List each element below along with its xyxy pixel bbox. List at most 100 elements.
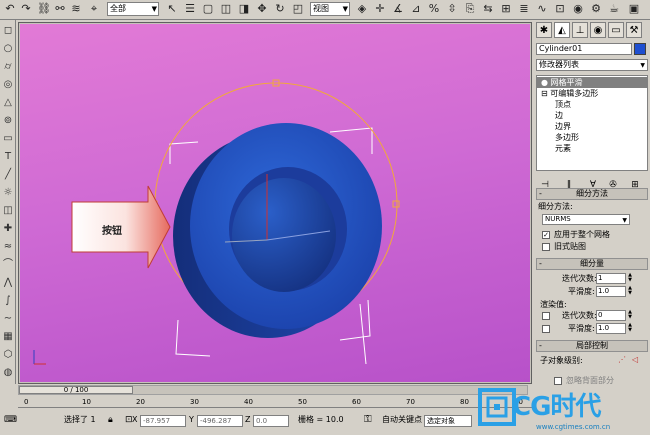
rect-selection-icon[interactable]: ▢: [200, 1, 216, 17]
spinner-arrows-icon[interactable]: ▲ ▼: [627, 310, 633, 321]
create-sphere-icon[interactable]: ○: [1, 42, 15, 56]
spinner-snap-icon[interactable]: ⇳: [444, 1, 460, 17]
iterations-spinner[interactable]: 1: [596, 273, 626, 284]
uvw-map-icon[interactable]: ▦: [1, 330, 15, 344]
spinner-arrows-icon[interactable]: ▲ ▼: [627, 286, 633, 297]
create-tube-icon[interactable]: ⊚: [1, 114, 15, 128]
lock-icon[interactable]: 🔒︎: [108, 413, 113, 427]
create-torus-icon[interactable]: ◎: [1, 78, 15, 92]
edge-level-icon[interactable]: ◁: [632, 355, 638, 365]
create-line-icon[interactable]: ╱: [1, 168, 15, 182]
light-bulb-icon[interactable]: ●: [541, 78, 548, 87]
schematic-icon[interactable]: ⊡: [552, 1, 568, 17]
create-light-icon[interactable]: ☼: [1, 186, 15, 200]
old-style-mapping-checkbox[interactable]: [542, 243, 550, 251]
create-camera-icon[interactable]: ◫: [1, 204, 15, 218]
object-color-swatch[interactable]: [634, 43, 646, 55]
unlink-icon[interactable]: ⚯: [52, 1, 68, 17]
angle-snap-icon[interactable]: ⊿: [408, 1, 424, 17]
create-text-icon[interactable]: T: [1, 150, 15, 164]
edit-poly-icon[interactable]: ⬡: [1, 348, 15, 362]
create-cylinder-icon[interactable]: ⌭: [1, 60, 15, 74]
select-icon[interactable]: ⌖: [86, 1, 102, 17]
redo-icon[interactable]: ↷: [18, 1, 34, 17]
hierarchy-tab-icon[interactable]: ⊥: [572, 22, 588, 38]
create-plane-icon[interactable]: ▭: [1, 132, 15, 146]
object-name-field[interactable]: Cylinder01: [536, 43, 632, 55]
bind-spacewarp-icon[interactable]: ≋: [68, 1, 84, 17]
stack-subitem-polygon[interactable]: 多边形: [537, 132, 647, 143]
perspective-viewport[interactable]: 按钮: [20, 24, 530, 382]
stack-subitem-element[interactable]: 元素: [537, 143, 647, 154]
stack-item-turbosmooth[interactable]: ● 网格平滑: [537, 77, 647, 88]
undo-icon[interactable]: ↶: [2, 1, 18, 17]
rollout-subdivision-amount[interactable]: - 细分量: [536, 258, 648, 270]
x-coord-field[interactable]: -87.957: [140, 415, 186, 427]
display-tab-icon[interactable]: ▭: [608, 22, 624, 38]
manipulate-icon[interactable]: ✛: [372, 1, 388, 17]
create-cone-icon[interactable]: △: [1, 96, 15, 110]
select-object-icon[interactable]: ↖: [164, 1, 180, 17]
quick-render-icon[interactable]: ☕: [606, 1, 622, 17]
pivot-center-icon[interactable]: ◈: [354, 1, 370, 17]
percent-snap-icon[interactable]: %: [426, 1, 442, 17]
link-icon[interactable]: ⛓: [36, 1, 52, 17]
spinner-arrows-icon[interactable]: ▲ ▼: [627, 273, 633, 284]
apply-whole-mesh-checkbox[interactable]: ✓: [542, 231, 550, 239]
create-box-icon[interactable]: ◻: [1, 24, 15, 38]
utilities-tab-icon[interactable]: ⚒: [626, 22, 642, 38]
window-crossing-icon[interactable]: ◫: [218, 1, 234, 17]
auto-key-button[interactable]: 自动关键点: [382, 413, 422, 427]
render-setup-icon[interactable]: ⚙: [588, 1, 604, 17]
modify-tab-icon[interactable]: ◭: [554, 22, 570, 38]
ref-coord-dropdown[interactable]: 视图 ▼: [310, 2, 350, 16]
vertex-level-icon[interactable]: ⋰: [618, 355, 626, 365]
smoothness-spinner[interactable]: 1.0: [596, 286, 626, 297]
key-icon[interactable]: ⚿: [364, 413, 372, 427]
render-iterations-checkbox[interactable]: [542, 312, 550, 320]
selection-filter-dropdown[interactable]: 全部 ▼: [107, 2, 159, 16]
paint-select-icon[interactable]: ◨: [236, 1, 252, 17]
gizmo-handle-right[interactable]: [392, 200, 400, 208]
render-iterations-spinner[interactable]: 0: [596, 310, 626, 321]
spacewarp-icon[interactable]: ≈: [1, 240, 15, 254]
create-tab-icon[interactable]: ✱: [536, 22, 552, 38]
select-by-name-icon[interactable]: ☰: [182, 1, 198, 17]
collapse-icon[interactable]: ⊟: [541, 89, 548, 98]
twist-modifier-icon[interactable]: ∫: [1, 294, 15, 308]
modifier-list-dropdown[interactable]: 修改器列表 ▼: [536, 59, 648, 71]
material-editor-icon[interactable]: ◉: [570, 1, 586, 17]
time-slider-thumb[interactable]: 0 / 100: [19, 386, 133, 394]
layer-icon[interactable]: ≣: [516, 1, 532, 17]
motion-tab-icon[interactable]: ◉: [590, 22, 606, 38]
curve-editor-icon[interactable]: ∿: [534, 1, 550, 17]
key-mode-dropdown[interactable]: 选定对象: [424, 415, 472, 427]
render-smoothness-checkbox[interactable]: [542, 325, 550, 333]
taper-modifier-icon[interactable]: ⋀: [1, 276, 15, 290]
move-icon[interactable]: ✥: [254, 1, 270, 17]
stack-subitem-border[interactable]: 边界: [537, 121, 647, 132]
render-smoothness-spinner[interactable]: 1.0: [596, 323, 626, 334]
rollout-subdivision-method[interactable]: - 细分方法: [536, 188, 648, 200]
render-icon[interactable]: ▣: [626, 1, 642, 17]
rollout-local-control[interactable]: - 局部控制: [536, 340, 648, 352]
maxscript-listener-icon[interactable]: ⌨: [4, 413, 17, 427]
create-helper-icon[interactable]: ✚: [1, 222, 15, 236]
stack-subitem-edge[interactable]: 边: [537, 110, 647, 121]
stack-item-editable-poly[interactable]: ⊟ 可编辑多边形: [537, 88, 647, 99]
smooth-modifier-icon[interactable]: ◍: [1, 366, 15, 380]
align-icon[interactable]: ⊞: [498, 1, 514, 17]
rotate-icon[interactable]: ↻: [272, 1, 288, 17]
spinner-arrows-icon[interactable]: ▲ ▼: [627, 323, 633, 334]
mirror-icon[interactable]: ⇆: [480, 1, 496, 17]
scale-icon[interactable]: ◰: [290, 1, 306, 17]
track-bar[interactable]: 0 10 20 30 40 50 60 70 80 90: [18, 396, 532, 408]
named-selection-icon[interactable]: ⎘: [462, 1, 478, 17]
snap-icon[interactable]: ∡: [390, 1, 406, 17]
z-coord-field[interactable]: 0.0: [253, 415, 289, 427]
bend-modifier-icon[interactable]: ⌒: [1, 258, 15, 272]
stack-subitem-vertex[interactable]: 顶点: [537, 99, 647, 110]
time-slider[interactable]: 0 / 100: [18, 385, 528, 395]
y-coord-field[interactable]: -496.287: [197, 415, 243, 427]
subdivision-method-dropdown[interactable]: NURMS ▼: [542, 214, 630, 225]
